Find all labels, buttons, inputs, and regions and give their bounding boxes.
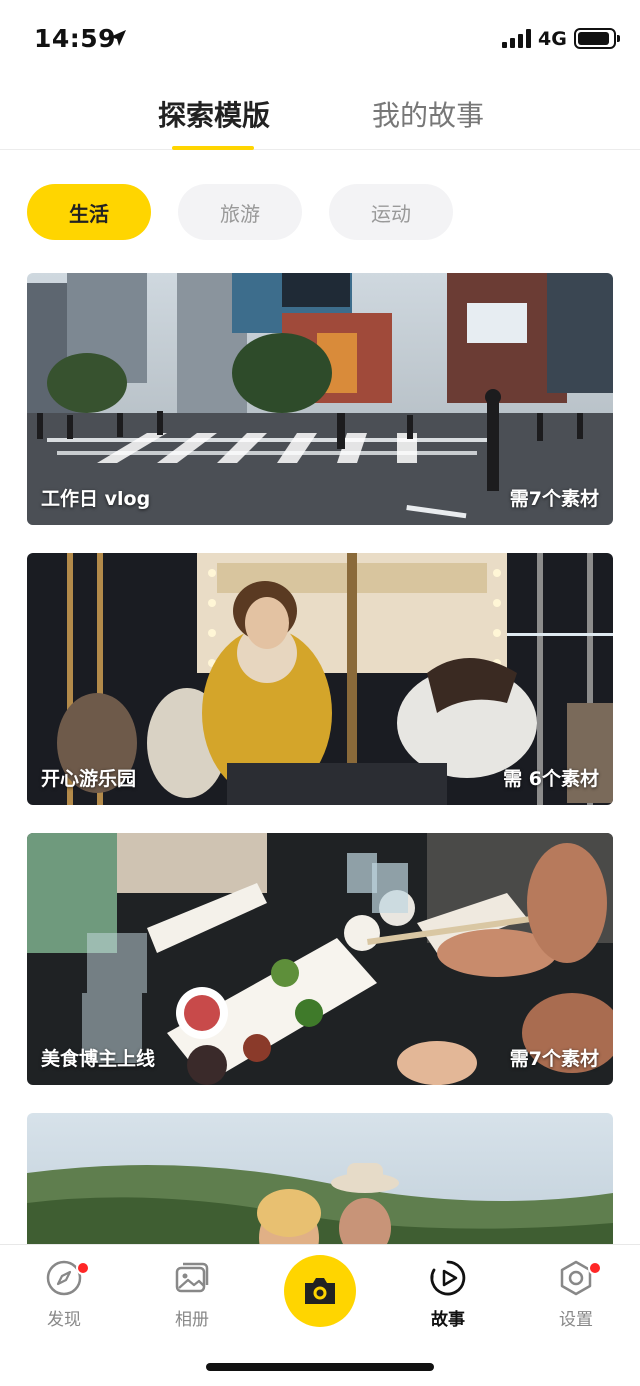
story-play-icon bbox=[430, 1260, 466, 1296]
battery-icon bbox=[574, 28, 620, 49]
category-chip-label: 生活 bbox=[69, 201, 109, 226]
bottom-nav: 发现 相册 故事 设置 bbox=[0, 1244, 640, 1386]
network-type: 4G bbox=[538, 28, 567, 50]
nav-story[interactable]: 故事 bbox=[408, 1259, 488, 1330]
card-material-count: 需7个素材 bbox=[509, 488, 599, 510]
tab-my-stories[interactable]: 我的故事 bbox=[372, 94, 484, 134]
location-arrow-icon bbox=[110, 30, 126, 46]
template-card-amusement-park[interactable]: 开心游乐园 需 6个素材 bbox=[27, 553, 613, 805]
nav-label: 故事 bbox=[431, 1310, 465, 1330]
card-material-count: 需 6个素材 bbox=[503, 768, 599, 790]
card-material-count: 需7个素材 bbox=[509, 1048, 599, 1070]
home-indicator bbox=[206, 1363, 434, 1371]
cellular-signal-icon bbox=[502, 28, 532, 48]
category-chip-label: 旅游 bbox=[220, 201, 260, 226]
photo-album-icon bbox=[175, 1262, 209, 1293]
template-card-workday-vlog[interactable]: 工作日 vlog 需7个素材 bbox=[27, 273, 613, 525]
category-chip-life[interactable]: 生活 bbox=[27, 184, 151, 240]
card-title: 工作日 vlog bbox=[41, 488, 151, 510]
nav-discover[interactable]: 发现 bbox=[24, 1259, 104, 1330]
nav-album[interactable]: 相册 bbox=[152, 1259, 232, 1330]
active-tab-indicator bbox=[172, 146, 254, 150]
notification-dot bbox=[588, 1261, 602, 1275]
tab-explore-templates[interactable]: 探索模版 bbox=[158, 94, 270, 134]
camera-button[interactable] bbox=[284, 1255, 356, 1327]
nav-label: 设置 bbox=[559, 1310, 593, 1330]
category-chip-sports[interactable]: 运动 bbox=[329, 184, 453, 240]
template-card-food-blogger[interactable]: 美食博主上线 需7个素材 bbox=[27, 833, 613, 1085]
card-title: 开心游乐园 bbox=[41, 768, 137, 790]
nav-settings[interactable]: 设置 bbox=[536, 1259, 616, 1330]
category-chip-travel[interactable]: 旅游 bbox=[178, 184, 302, 240]
status-time: 14:59 bbox=[34, 24, 117, 53]
card-title: 美食博主上线 bbox=[41, 1048, 156, 1070]
top-tabs: 探索模版 我的故事 bbox=[0, 78, 640, 150]
camera-icon bbox=[305, 1278, 335, 1304]
nav-label: 发现 bbox=[47, 1310, 81, 1330]
notification-dot bbox=[76, 1261, 90, 1275]
nav-label: 相册 bbox=[175, 1310, 209, 1330]
category-chip-label: 运动 bbox=[371, 201, 411, 226]
status-bar: 14:59 4G bbox=[0, 0, 640, 78]
